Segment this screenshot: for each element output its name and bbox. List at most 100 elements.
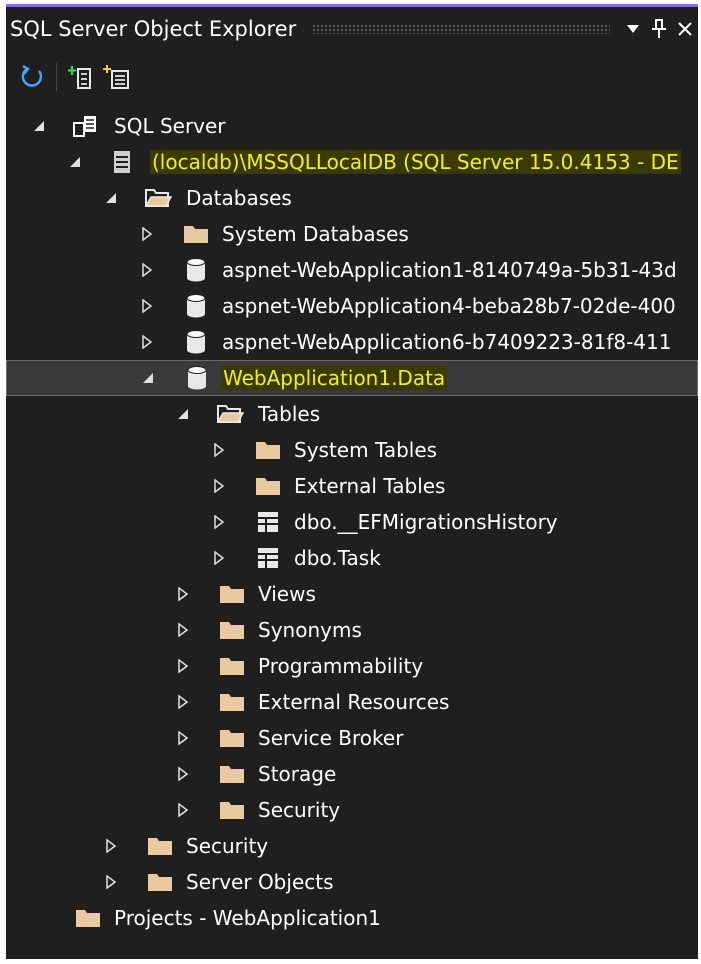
tree-node-server-security[interactable]: Security [6,828,698,864]
tree-node-server-objects[interactable]: Server Objects [6,864,698,900]
sql-server-object-explorer-panel: SQL Server Object Explorer SQL Server (l… [0,0,701,964]
database-icon [182,293,210,319]
add-database-button[interactable] [99,59,135,95]
tree-node-selected-database[interactable]: WebApplication1.Data [6,360,698,396]
tree-node-table[interactable]: dbo.__EFMigrationsHistory [6,504,698,540]
folder-icon [218,761,246,787]
tree-node-service-broker[interactable]: Service Broker [6,720,698,756]
open-folder-icon [216,401,244,427]
pin-icon [652,19,666,38]
folder-icon [74,905,102,931]
views-label: Views [258,582,316,606]
tree-node-projects[interactable]: Projects - WebApplication1 [6,900,698,936]
tree-node-databases[interactable]: Databases [6,180,698,216]
expanded-arrow-icon[interactable] [66,152,84,172]
collapsed-arrow-icon[interactable] [102,872,120,892]
window-title: SQL Server Object Explorer [10,17,297,41]
sql-server-icon [72,113,100,139]
add-sql-server-icon [68,66,91,89]
collapsed-arrow-icon[interactable] [138,332,156,352]
chevron-down-icon [627,25,639,33]
system-databases-label: System Databases [222,222,409,246]
tree-node-tables[interactable]: Tables [6,396,698,432]
collapsed-arrow-icon[interactable] [174,584,192,604]
tree-node-database[interactable]: aspnet-WebApplication6-b7409223-81f8-411 [6,324,698,360]
collapsed-arrow-icon[interactable] [174,692,192,712]
server-objects-label: Server Objects [186,870,334,894]
refresh-icon [21,64,43,87]
collapsed-arrow-icon[interactable] [174,800,192,820]
open-folder-icon [144,185,172,211]
tree-node-database-security[interactable]: Security [6,792,698,828]
tree-node-localdb-instance[interactable]: (localdb)\MSSQLLocalDB (SQL Server 15.0.… [6,144,698,180]
folder-icon [218,689,246,715]
collapsed-arrow-icon[interactable] [138,296,156,316]
database-label: aspnet-WebApplication6-b7409223-81f8-411 [222,330,672,354]
table-label: dbo.Task [294,546,381,570]
collapsed-arrow-icon[interactable] [210,512,228,532]
tool-window: SQL Server Object Explorer SQL Server (l… [6,4,698,959]
folder-icon [254,473,282,499]
database-label: aspnet-WebApplication4-beba28b7-02de-400 [222,294,676,318]
database-security-label: Security [258,798,341,822]
tree-node-sql-server[interactable]: SQL Server [6,108,698,144]
collapsed-arrow-icon[interactable] [210,548,228,568]
collapsed-arrow-icon[interactable] [210,440,228,460]
collapsed-arrow-icon[interactable] [138,224,156,244]
tree-node-table[interactable]: dbo.Task [6,540,698,576]
tree-node-system-tables[interactable]: System Tables [6,432,698,468]
database-icon [182,329,210,355]
tree-node-database[interactable]: aspnet-WebApplication1-8140749a-5b31-43d [6,252,698,288]
drag-grip[interactable] [312,24,610,34]
folder-icon [254,437,282,463]
close-button[interactable] [672,14,698,44]
database-icon [183,365,211,391]
storage-label: Storage [258,762,337,786]
table-icon [254,509,282,535]
projects-label: Projects - WebApplication1 [114,906,381,930]
toolbar-separator [56,63,57,91]
instance-label: (localdb)\MSSQLLocalDB (SQL Server 15.0.… [150,150,681,174]
tree-node-external-resources[interactable]: External Resources [6,684,698,720]
collapsed-arrow-icon[interactable] [174,620,192,640]
external-tables-label: External Tables [294,474,446,498]
folder-icon [218,581,246,607]
tree-node-programmability[interactable]: Programmability [6,648,698,684]
collapsed-arrow-icon[interactable] [174,656,192,676]
folder-icon [218,617,246,643]
server-instance-icon [108,149,136,175]
window-position-dropdown-button[interactable] [620,14,646,44]
folder-icon [218,653,246,679]
tree-node-database[interactable]: aspnet-WebApplication4-beba28b7-02de-400 [6,288,698,324]
service-broker-label: Service Broker [258,726,404,750]
tree-node-system-databases[interactable]: System Databases [6,216,698,252]
expanded-arrow-icon[interactable] [139,368,157,388]
server-security-label: Security [186,834,269,858]
collapsed-arrow-icon[interactable] [102,836,120,856]
collapsed-arrow-icon[interactable] [174,728,192,748]
external-resources-label: External Resources [258,690,450,714]
folder-icon [146,869,174,895]
tree-node-storage[interactable]: Storage [6,756,698,792]
database-icon [182,257,210,283]
add-database-icon [103,65,129,89]
pin-button[interactable] [646,14,672,44]
refresh-button[interactable] [14,59,50,95]
tree-node-external-tables[interactable]: External Tables [6,468,698,504]
expanded-arrow-icon[interactable] [30,116,48,136]
expanded-arrow-icon[interactable] [102,188,120,208]
database-label: aspnet-WebApplication1-8140749a-5b31-43d [222,258,677,282]
tree-node-views[interactable]: Views [6,576,698,612]
sql-server-label: SQL Server [114,114,226,138]
collapsed-arrow-icon[interactable] [138,260,156,280]
collapsed-arrow-icon[interactable] [174,764,192,784]
collapsed-arrow-icon[interactable] [210,476,228,496]
tree-node-synonyms[interactable]: Synonyms [6,612,698,648]
programmability-label: Programmability [258,654,424,678]
add-sql-server-button[interactable] [63,59,99,95]
selected-database-label: WebApplication1.Data [221,366,448,390]
close-icon [678,22,692,36]
databases-label: Databases [186,186,292,210]
folder-icon [218,797,246,823]
expanded-arrow-icon[interactable] [174,404,192,424]
